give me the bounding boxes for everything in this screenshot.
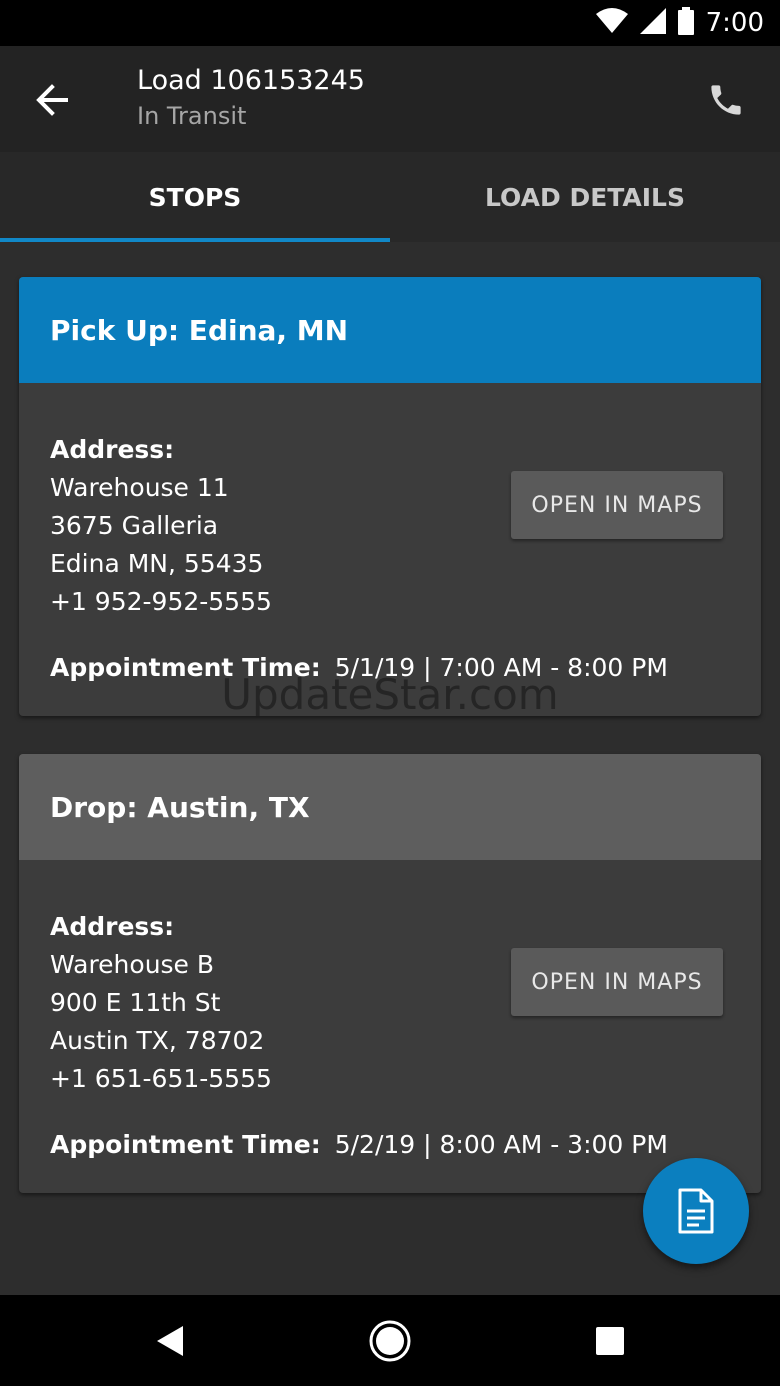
tab-load-details[interactable]: LOAD DETAILS (390, 152, 780, 242)
appointment-time: Appointment Time: 5/2/19 | 8:00 AM - 3:00… (50, 1126, 730, 1164)
stop-header: Pick Up: Edina, MN (19, 277, 761, 383)
stop-body: Address: Warehouse 11 3675 Galleria Edin… (19, 383, 761, 687)
document-fab-button[interactable] (643, 1158, 749, 1264)
square-recents-icon (596, 1327, 624, 1355)
wifi-icon (595, 8, 628, 38)
address-label: Address: (50, 435, 175, 464)
open-in-maps-button[interactable]: OPEN IN MAPS (511, 471, 723, 539)
appointment-value: 5/1/19 | 7:00 AM - 8:00 PM (334, 653, 668, 682)
appointment-value: 5/2/19 | 8:00 AM - 3:00 PM (334, 1130, 668, 1159)
nav-home-button[interactable] (366, 1317, 414, 1365)
tab-stops[interactable]: STOPS (0, 152, 390, 242)
back-button[interactable] (26, 76, 82, 124)
triangle-back-icon (157, 1326, 183, 1356)
stop-card-pickup: Pick Up: Edina, MN Address: Warehouse 11… (19, 277, 761, 716)
appointment-label: Appointment Time: (50, 1130, 321, 1159)
status-bar: 7:00 (0, 0, 780, 46)
app-bar: Load 106153245 In Transit (0, 46, 780, 152)
circle-home-icon (369, 1320, 411, 1362)
address-phone[interactable]: +1 651-651-5555 (50, 1060, 730, 1098)
battery-icon (677, 7, 694, 39)
stop-header: Drop: Austin, TX (19, 754, 761, 860)
status-time: 7:00 (705, 8, 764, 38)
address-label: Address: (50, 912, 175, 941)
address-phone[interactable]: +1 952-952-5555 (50, 583, 730, 621)
stop-card-drop: Drop: Austin, TX Address: Warehouse B 90… (19, 754, 761, 1193)
nav-back-button[interactable] (146, 1317, 194, 1365)
load-status: In Transit (137, 102, 247, 130)
tab-indicator (0, 238, 390, 242)
call-button[interactable] (700, 74, 752, 126)
open-in-maps-button[interactable]: OPEN IN MAPS (511, 948, 723, 1016)
nav-recents-button[interactable] (586, 1317, 634, 1365)
stop-body: Address: Warehouse B 900 E 11th St Austi… (19, 860, 761, 1164)
appointment-time: Appointment Time: 5/1/19 | 7:00 AM - 8:00… (50, 649, 730, 687)
tab-bar: STOPS LOAD DETAILS (0, 152, 780, 242)
document-icon (678, 1188, 714, 1234)
appointment-label: Appointment Time: (50, 653, 321, 682)
signal-icon (639, 8, 666, 38)
tab-label: STOPS (148, 182, 242, 212)
phone-icon (711, 85, 741, 115)
arrow-back-icon (36, 84, 68, 116)
page-title: Load 106153245 (137, 65, 365, 96)
system-nav-bar (0, 1295, 780, 1386)
tab-label: LOAD DETAILS (485, 182, 685, 212)
address-line: Austin TX, 78702 (50, 1026, 265, 1055)
address-line: Edina MN, 55435 (50, 549, 264, 578)
